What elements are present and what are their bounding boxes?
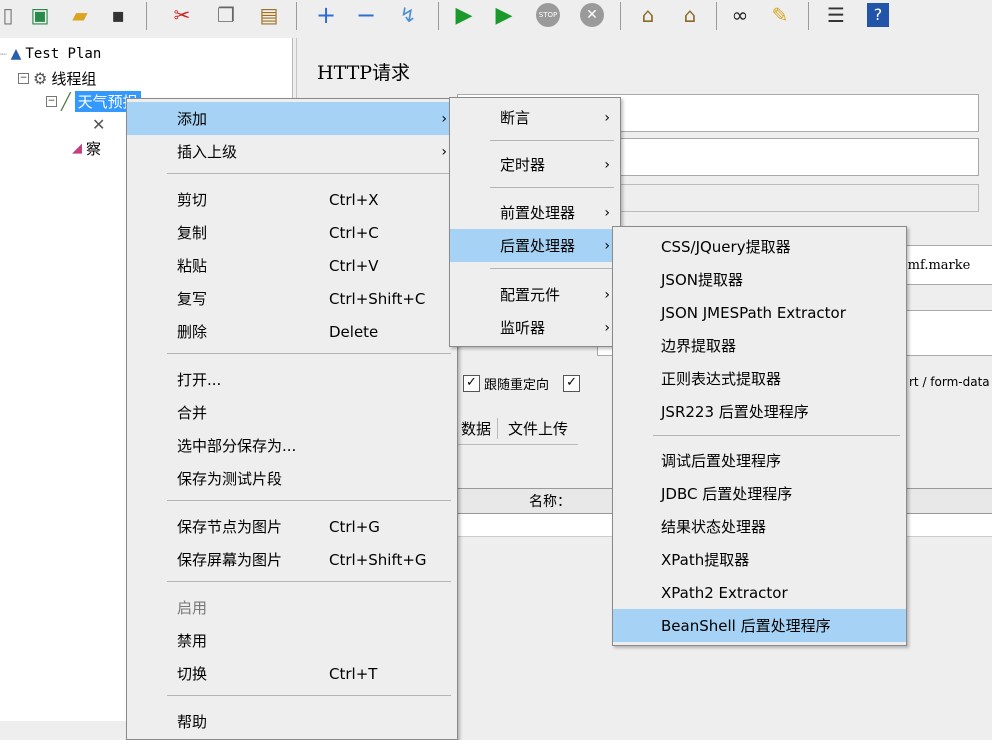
templates-icon[interactable]: ▣ [26, 1, 54, 29]
copy-icon[interactable]: ❐ [212, 1, 240, 29]
chevron-right-icon: › [604, 156, 610, 173]
tree-node-label: 线程组 [51, 70, 97, 88]
tab-file-upload[interactable]: 文件上传 [498, 418, 578, 439]
chevron-right-icon: › [604, 204, 610, 221]
tab-body-data[interactable]: 数据 [455, 417, 499, 439]
menu-item-help[interactable]: 帮助 [127, 705, 457, 738]
listener-icon: ◢ [72, 141, 82, 156]
menu-item-save-as-test-fragment[interactable]: 保存为测试片段 [127, 462, 457, 495]
menu-item-add[interactable]: 添加 › [127, 102, 457, 135]
submenu-item-jdbc-postprocessor[interactable]: JDBC 后置处理程序 [613, 477, 906, 510]
new-icon[interactable]: ▯ [0, 1, 22, 29]
stop-icon[interactable]: STOP [534, 1, 562, 29]
clear-icon[interactable]: ⌂ [634, 1, 662, 29]
start-no-pauses-icon[interactable]: ▶ [490, 1, 518, 29]
chevron-right-icon: › [441, 143, 447, 160]
toolbar: ▯ ▣ ▰ ▪ ✂ ❐ ▤ + − ↯ ▶ ▶ STOP ✕ ⌂ ⌂ ∞ ✎ ☰… [0, 0, 992, 34]
submenu-item-css-jquery-extractor[interactable]: CSS/JQuery提取器 [613, 230, 906, 263]
submenu-item-xpath2-extractor[interactable]: XPath2 Extractor [613, 576, 906, 609]
menu-item-save-node-as-image[interactable]: 保存节点为图片 Ctrl+G [127, 510, 457, 543]
page-title: HTTP请求 [317, 62, 411, 84]
column-header-name: 名称： [529, 494, 571, 510]
tree-node-thread-group[interactable]: − ⚙ 线程组 [18, 68, 96, 89]
test-plan-icon: ▲ [10, 46, 22, 62]
submenu-item-timers[interactable]: 定时器 › [450, 148, 620, 181]
submenu-item-result-status-handler[interactable]: 结果状态处理器 [613, 510, 906, 543]
chevron-right-icon: › [604, 109, 610, 126]
submenu-item-post-processors[interactable]: 后置处理器 › [450, 229, 620, 262]
menu-item-delete[interactable]: 删除 Delete [127, 315, 457, 348]
help-icon[interactable]: ? [864, 1, 892, 29]
menu-item-cut[interactable]: 剪切 Ctrl+X [127, 183, 457, 216]
tree-node-label: 察 [86, 140, 102, 158]
tree-node-label: Test Plan [25, 46, 102, 62]
follow-redirects-option[interactable]: ✓ 跟随重定向 ✓ [463, 374, 581, 393]
submenu-item-json-jmespath-extractor[interactable]: JSON JMESPath Extractor [613, 296, 906, 329]
checkbox[interactable]: ✓ [463, 375, 480, 392]
submenu-item-json-extractor[interactable]: JSON提取器 [613, 263, 906, 296]
submenu-item-listeners[interactable]: 监听器 › [450, 311, 620, 344]
function-helper-icon[interactable]: ☰ [822, 1, 850, 29]
menu-item-toggle[interactable]: 切换 Ctrl+T [127, 657, 457, 690]
collapse-icon[interactable]: − [352, 1, 380, 29]
menu-item-duplicate[interactable]: 复写 Ctrl+Shift+C [127, 282, 457, 315]
context-menu: 添加 › 插入上级 › 剪切 Ctrl+X 复制 Ctrl+C 粘贴 Ctrl+… [126, 98, 458, 740]
gear-icon: ⚙ [33, 69, 48, 88]
menu-item-save-screen-as-image[interactable]: 保存屏幕为图片 Ctrl+Shift+G [127, 543, 457, 576]
tabs: 数据 文件上传 [455, 412, 579, 445]
submenu-item-assertions[interactable]: 断言 › [450, 101, 620, 134]
post-processor-submenu: CSS/JQuery提取器 JSON提取器 JSON JMESPath Extr… [612, 226, 907, 646]
shutdown-icon[interactable]: ✕ [578, 1, 606, 29]
chevron-right-icon: › [604, 319, 610, 336]
submenu-item-jsr223-postprocessor[interactable]: JSR223 后置处理程序 [613, 395, 906, 428]
collapse-icon[interactable]: − [46, 96, 57, 107]
menu-item-insert-parent[interactable]: 插入上级 › [127, 135, 457, 168]
paste-icon[interactable]: ▤ [255, 1, 283, 29]
add-submenu: 断言 › 定时器 › 前置处理器 › 后置处理器 › 配置元件 › 监听器 › [449, 97, 621, 347]
submenu-item-regex-extractor[interactable]: 正则表达式提取器 [613, 362, 906, 395]
menu-item-merge[interactable]: 合并 [127, 396, 457, 429]
menu-item-copy[interactable]: 复制 Ctrl+C [127, 216, 457, 249]
submenu-item-debug-postprocessor[interactable]: 调试后置处理程序 [613, 444, 906, 477]
sampler-icon: ╱ [61, 92, 71, 111]
tree-node-test-plan[interactable]: ┈ ▲ Test Plan [0, 46, 101, 62]
chevron-right-icon: › [604, 237, 610, 254]
submenu-item-boundary-extractor[interactable]: 边界提取器 [613, 329, 906, 362]
menu-item-open[interactable]: 打开... [127, 363, 457, 396]
auto-redirect-checkbox[interactable]: ✓ [563, 375, 581, 392]
clear-all-icon[interactable]: ⌂ [676, 1, 704, 29]
toggle-icon[interactable]: ↯ [394, 1, 422, 29]
tools-icon: ✕ [92, 115, 106, 134]
multipart-option-label: rt / form-data [909, 375, 990, 389]
menu-item-save-selection-as[interactable]: 选中部分保存为... [127, 429, 457, 462]
tree-node-listener[interactable]: ◢ 察 [72, 138, 101, 159]
expand-icon[interactable]: + [312, 1, 340, 29]
submenu-item-beanshell-postprocessor[interactable]: BeanShell 后置处理程序 [613, 609, 906, 642]
submenu-item-pre-processors[interactable]: 前置处理器 › [450, 196, 620, 229]
reset-search-icon[interactable]: ✎ [766, 1, 794, 29]
start-icon[interactable]: ▶ [450, 1, 478, 29]
open-icon[interactable]: ▰ [66, 1, 94, 29]
chevron-right-icon: › [604, 286, 610, 303]
menu-item-disable[interactable]: 禁用 [127, 624, 457, 657]
cut-icon[interactable]: ✂ [168, 1, 196, 29]
submenu-item-config-elements[interactable]: 配置元件 › [450, 278, 620, 311]
chevron-right-icon: › [441, 110, 447, 127]
tree-node-child[interactable]: ✕ [92, 115, 105, 134]
search-icon[interactable]: ∞ [726, 1, 754, 29]
submenu-item-xpath-extractor[interactable]: XPath提取器 [613, 543, 906, 576]
menu-item-paste[interactable]: 粘贴 Ctrl+V [127, 249, 457, 282]
collapse-icon[interactable]: − [18, 73, 29, 84]
menu-item-enable[interactable]: 启用 [127, 591, 457, 624]
save-icon[interactable]: ▪ [104, 1, 132, 29]
